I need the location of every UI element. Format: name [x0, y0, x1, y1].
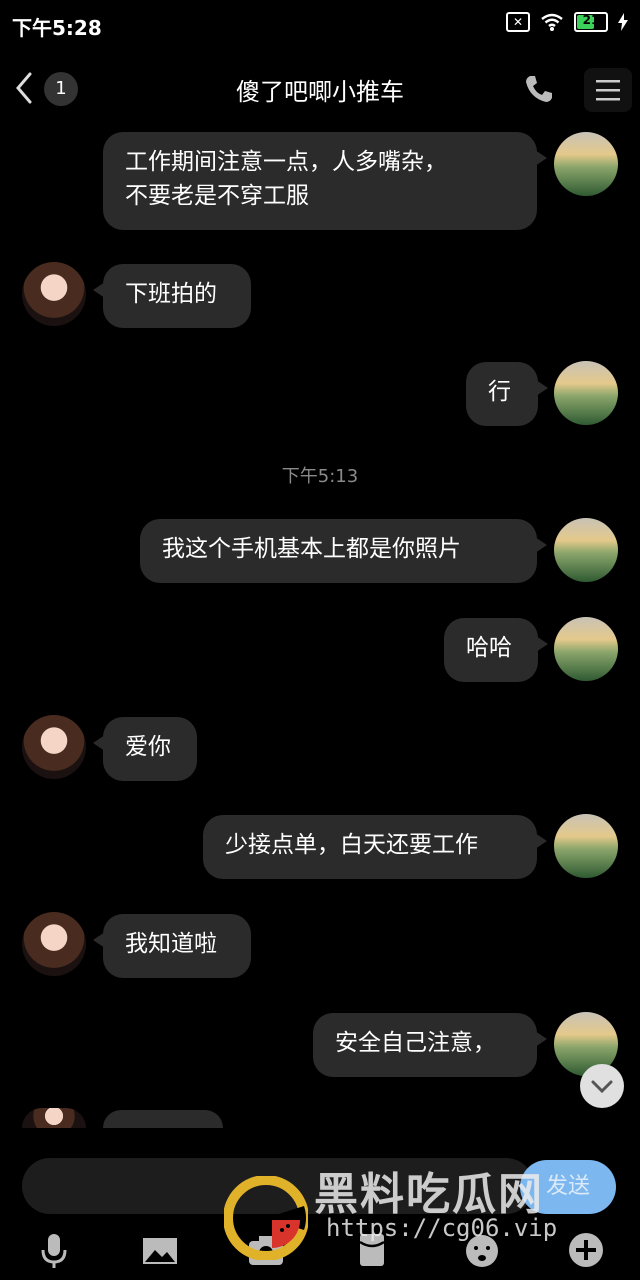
menu-icon — [596, 80, 620, 101]
message-text: 爱你 — [125, 734, 171, 760]
message-bubble-outgoing[interactable]: 行 — [466, 362, 548, 426]
image-icon[interactable] — [140, 1230, 180, 1270]
message-text: 我知道啦 — [125, 931, 217, 957]
message-list — [0, 130, 640, 1130]
watermark-url: https://cg06.vip — [326, 1214, 558, 1242]
message-text: 哈哈 — [466, 635, 512, 661]
wifi-icon — [541, 13, 563, 31]
status-time: 下午5:28 — [12, 16, 102, 40]
message-timestamp: 下午5:13 — [281, 466, 359, 487]
message-text: 安全自己注意， — [335, 1030, 496, 1056]
scroll-to-bottom-button[interactable] — [580, 1064, 624, 1108]
status-bar: 下午5:28 ✕ 21 — [0, 0, 640, 50]
chat-header: 1 傻了吧唧小推车 — [0, 50, 640, 130]
battery-icon: 21 — [574, 12, 608, 32]
contact-avatar[interactable] — [22, 1108, 86, 1128]
message-bubble-outgoing[interactable]: 哈哈 — [444, 618, 548, 682]
contact-avatar[interactable] — [22, 912, 86, 976]
message-bubble-incoming[interactable]: 爱你 — [93, 717, 197, 781]
my-avatar[interactable] — [554, 814, 618, 878]
contact-avatar[interactable] — [22, 262, 86, 326]
status-icons: ✕ 21 — [506, 12, 628, 32]
message-bubble-outgoing[interactable]: 我这个手机基本上都是你照片 — [140, 519, 547, 583]
message-text: 我这个手机基本上都是你照片 — [162, 536, 461, 562]
message-text: 不要老是不穿工服 — [125, 183, 309, 209]
message-bubble-incoming[interactable] — [103, 1110, 223, 1128]
no-sim-icon: ✕ — [506, 12, 530, 32]
message-bubble-incoming[interactable]: 我知道啦 — [93, 914, 251, 978]
microphone-icon[interactable] — [34, 1230, 74, 1270]
message-text: 行 — [488, 379, 511, 405]
my-avatar[interactable] — [554, 518, 618, 582]
watermark-brand: 黑料吃瓜网 — [314, 1169, 544, 1220]
my-avatar[interactable] — [554, 361, 618, 425]
my-avatar[interactable] — [554, 617, 618, 681]
charging-icon — [618, 13, 628, 31]
message-bubble-outgoing[interactable]: 安全自己注意， — [313, 1013, 547, 1077]
message-text: 下班拍的 — [125, 281, 217, 307]
message-bubble-incoming[interactable]: 下班拍的 — [93, 264, 251, 328]
chevron-down-icon — [591, 1080, 613, 1094]
message-bubble-outgoing[interactable]: 工作期间注意一点，人多嘴杂， 不要老是不穿工服 — [103, 132, 547, 230]
plus-icon[interactable] — [566, 1230, 606, 1270]
watermark-logo-icon — [224, 1176, 308, 1260]
phone-icon[interactable] — [522, 72, 556, 106]
battery-level: 21 — [582, 13, 600, 27]
contact-avatar[interactable] — [22, 715, 86, 779]
message-text: 少接点单，白天还要工作 — [225, 832, 478, 858]
menu-button[interactable] — [584, 68, 632, 112]
my-avatar[interactable] — [554, 132, 618, 196]
message-text: 工作期间注意一点，人多嘴杂， — [125, 149, 447, 175]
message-bubble-outgoing[interactable]: 少接点单，白天还要工作 — [203, 815, 547, 879]
